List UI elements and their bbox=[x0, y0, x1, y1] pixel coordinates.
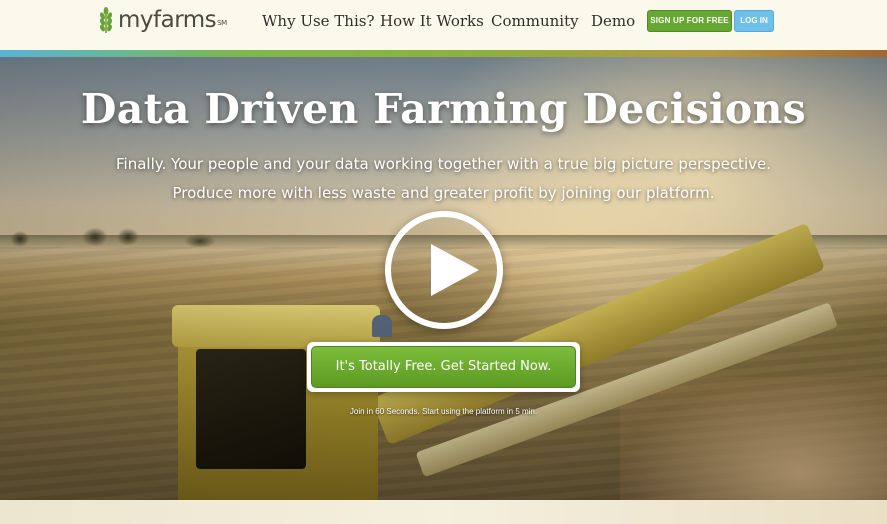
nav-community[interactable]: Community bbox=[491, 10, 579, 32]
nav-how-it-works[interactable]: How It Works bbox=[380, 10, 484, 32]
site-header: myfarmsSM Why Use This? How It Works Com… bbox=[0, 0, 887, 50]
hero-section: Data Driven Farming Decisions Finally. Y… bbox=[0, 57, 887, 500]
hero-headline: Data Driven Farming Decisions bbox=[80, 85, 807, 133]
brand-logo[interactable]: myfarmsSM bbox=[98, 5, 227, 35]
cta-note: Join in 60 Seconds. Start using the plat… bbox=[349, 407, 538, 416]
header-color-stripe bbox=[0, 50, 887, 57]
get-started-button[interactable]: It's Totally Free. Get Started Now. bbox=[311, 346, 576, 388]
service-mark: SM bbox=[217, 19, 227, 27]
hero-subline-1: Finally. Your people and your data worki… bbox=[116, 155, 771, 173]
next-section-preview bbox=[0, 500, 887, 524]
login-button[interactable]: LOG IN bbox=[734, 10, 774, 32]
nav-why-use-this[interactable]: Why Use This? bbox=[262, 10, 375, 32]
cta-frame: It's Totally Free. Get Started Now. bbox=[307, 342, 580, 392]
play-icon bbox=[431, 244, 479, 296]
wheat-icon bbox=[99, 7, 113, 33]
nav-demo[interactable]: Demo bbox=[591, 10, 635, 32]
brand-name: myfarmsSM bbox=[118, 7, 227, 33]
video-play-button[interactable] bbox=[385, 211, 503, 329]
signup-button[interactable]: SIGN UP FOR FREE bbox=[647, 10, 732, 32]
hero-subline-2: Produce more with less waste and greater… bbox=[172, 184, 715, 202]
